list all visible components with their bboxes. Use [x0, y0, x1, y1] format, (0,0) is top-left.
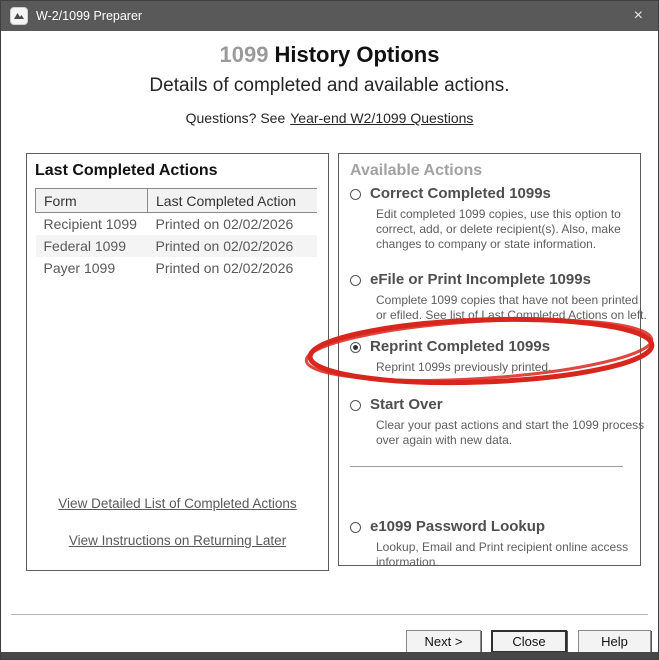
- view-instructions-link[interactable]: View Instructions on Returning Later: [27, 533, 328, 548]
- page-title: 1099History Options: [1, 42, 658, 68]
- option-label: eFile or Print Incomplete 1099s: [370, 270, 591, 290]
- radio-button[interactable]: [350, 522, 361, 533]
- options-divider: [350, 466, 623, 467]
- mountain-logo-icon: [13, 10, 25, 22]
- title-bar: W-2/1099 Preparer ×: [1, 1, 658, 31]
- cell-form: Payer 1099: [36, 257, 148, 279]
- option-label: Correct Completed 1099s: [370, 184, 551, 204]
- table-header-row: Form Last Completed Action: [36, 189, 318, 213]
- option-reprint-completed[interactable]: Reprint Completed 1099s Reprint 1099s pr…: [350, 337, 629, 375]
- radio-button[interactable]: [350, 342, 361, 353]
- option-label: Reprint Completed 1099s: [370, 337, 550, 357]
- right-panel-heading: Available Actions: [350, 162, 629, 180]
- completed-actions-table: Form Last Completed Action Recipient 109…: [35, 188, 317, 279]
- page-title-prefix: 1099: [220, 42, 269, 67]
- page-subtitle: Details of completed and available actio…: [1, 75, 658, 97]
- option-efile-or-print[interactable]: eFile or Print Incomplete 1099s Complete…: [350, 270, 629, 323]
- left-panel-heading: Last Completed Actions: [35, 162, 320, 180]
- dialog-window: W-2/1099 Preparer × 1099History Options …: [0, 0, 659, 660]
- window-bottom-edge: [1, 652, 658, 659]
- table-row: Federal 1099 Printed on 02/02/2026: [36, 235, 318, 257]
- next-button[interactable]: Next >: [406, 630, 481, 653]
- bottom-separator: [11, 614, 648, 615]
- window-title: W-2/1099 Preparer: [36, 9, 628, 23]
- cell-action: Printed on 02/02/2026: [148, 235, 318, 257]
- cell-form: Federal 1099: [36, 235, 148, 257]
- option-correct-completed[interactable]: Correct Completed 1099s Edit completed 1…: [350, 184, 629, 252]
- option-label: Start Over: [370, 395, 443, 415]
- header: 1099History Options Details of completed…: [1, 31, 658, 126]
- page-title-main: History Options: [274, 42, 439, 67]
- column-header-action: Last Completed Action: [148, 189, 318, 213]
- radio-button[interactable]: [350, 275, 361, 286]
- option-description: Clear your past actions and start the 10…: [376, 418, 650, 448]
- close-icon[interactable]: ×: [628, 6, 649, 26]
- questions-prefix: Questions? See: [186, 110, 286, 126]
- last-completed-actions-panel: Last Completed Actions Form Last Complet…: [26, 153, 329, 571]
- app-icon: [10, 7, 28, 25]
- cell-action: Printed on 02/02/2026: [148, 213, 318, 235]
- option-description: Complete 1099 copies that have not been …: [376, 293, 650, 323]
- option-start-over[interactable]: Start Over Clear your past actions and s…: [350, 395, 629, 448]
- option-label: e1099 Password Lookup: [370, 517, 545, 537]
- option-description: Edit completed 1099 copies, use this opt…: [376, 207, 650, 252]
- close-button[interactable]: Close: [491, 630, 567, 653]
- table-row: Payer 1099 Printed on 02/02/2026: [36, 257, 318, 279]
- radio-button[interactable]: [350, 189, 361, 200]
- table-row: Recipient 1099 Printed on 02/02/2026: [36, 213, 318, 235]
- view-detailed-list-link[interactable]: View Detailed List of Completed Actions: [27, 496, 328, 511]
- cell-action: Printed on 02/02/2026: [148, 257, 318, 279]
- help-button[interactable]: Help: [578, 630, 651, 653]
- option-description: Lookup, Email and Print recipient online…: [376, 540, 650, 570]
- radio-button[interactable]: [350, 400, 361, 411]
- option-description: Reprint 1099s previously printed.: [376, 360, 650, 375]
- option-e1099-password-lookup[interactable]: e1099 Password Lookup Lookup, Email and …: [350, 517, 629, 570]
- questions-line: Questions? SeeYear-end W2/1099 Questions: [1, 110, 658, 126]
- column-header-form: Form: [36, 189, 148, 213]
- cell-form: Recipient 1099: [36, 213, 148, 235]
- questions-link[interactable]: Year-end W2/1099 Questions: [290, 110, 473, 126]
- available-actions-panel: Available Actions Correct Completed 1099…: [338, 153, 641, 566]
